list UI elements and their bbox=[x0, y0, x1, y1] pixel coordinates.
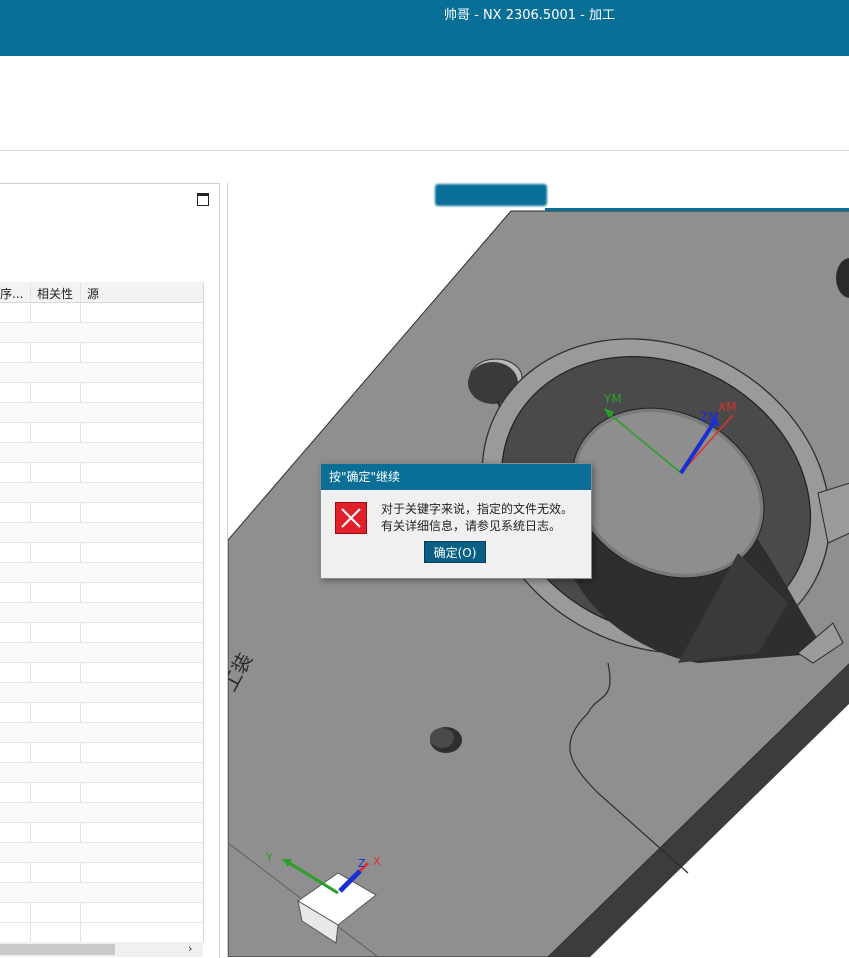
table-row[interactable] bbox=[0, 903, 203, 923]
error-dialog: 按"确定"继续 对于关键字来说，指定的文件无效。 有关详细信息，请参见系统日志。… bbox=[320, 463, 592, 579]
table-row[interactable] bbox=[0, 663, 203, 683]
table-row[interactable] bbox=[0, 583, 203, 603]
table-row[interactable] bbox=[0, 763, 203, 783]
table-row[interactable] bbox=[0, 503, 203, 523]
table-row[interactable] bbox=[0, 443, 203, 463]
dialog-title: 按"确定"继续 bbox=[321, 464, 591, 490]
dialog-message-line1: 对于关键字来说，指定的文件无效。 bbox=[381, 502, 574, 516]
navigator-table: 序... 相关性 源 bbox=[0, 282, 204, 942]
table-row[interactable] bbox=[0, 563, 203, 583]
triad-y-label: Y bbox=[265, 851, 273, 864]
scrollbar-thumb[interactable] bbox=[0, 944, 115, 955]
window-title: 帅哥 - NX 2306.5001 - 加工 bbox=[444, 8, 615, 23]
view-tab-underline bbox=[545, 208, 849, 211]
wcs-zm-label: ZM bbox=[700, 410, 719, 424]
table-row[interactable] bbox=[0, 643, 203, 663]
table-row[interactable] bbox=[0, 703, 203, 723]
column-header-order[interactable]: 序... bbox=[0, 285, 23, 302]
column-header-source[interactable]: 源 bbox=[87, 285, 99, 302]
ribbon bbox=[0, 56, 849, 151]
table-row[interactable] bbox=[0, 783, 203, 803]
table-row[interactable] bbox=[0, 843, 203, 863]
triad-z-label: Z bbox=[358, 857, 366, 870]
maximize-icon[interactable] bbox=[197, 193, 209, 206]
table-row[interactable] bbox=[0, 723, 203, 743]
table-row[interactable] bbox=[0, 343, 203, 363]
wcs-xm-label: XM bbox=[718, 400, 737, 414]
title-bar: 帅哥 - NX 2306.5001 - 加工 bbox=[0, 0, 849, 56]
table-rows bbox=[0, 303, 203, 923]
chevron-right-icon[interactable]: › bbox=[188, 942, 192, 955]
table-row[interactable] bbox=[0, 683, 203, 703]
table-row[interactable] bbox=[0, 883, 203, 903]
table-row[interactable] bbox=[0, 483, 203, 503]
table-row[interactable] bbox=[0, 743, 203, 763]
table-row[interactable] bbox=[0, 623, 203, 643]
error-icon bbox=[335, 502, 367, 534]
table-row[interactable] bbox=[0, 303, 203, 323]
table-row[interactable] bbox=[0, 363, 203, 383]
table-row[interactable] bbox=[0, 383, 203, 403]
wcs-ym-label: YM bbox=[603, 392, 622, 406]
triad-x-label: X bbox=[373, 855, 381, 868]
view-tab[interactable] bbox=[435, 184, 547, 206]
ok-button[interactable]: 确定(O) bbox=[424, 541, 486, 563]
table-row[interactable] bbox=[0, 603, 203, 623]
dialog-message-line2: 有关详细信息，请参见系统日志。 bbox=[381, 519, 562, 533]
horizontal-scrollbar[interactable]: › bbox=[0, 942, 203, 957]
table-row[interactable] bbox=[0, 823, 203, 843]
table-row[interactable] bbox=[0, 523, 203, 543]
column-header-relevance[interactable]: 相关性 bbox=[37, 285, 73, 302]
table-row[interactable] bbox=[0, 403, 203, 423]
table-row[interactable] bbox=[0, 863, 203, 883]
table-row[interactable] bbox=[0, 803, 203, 823]
table-row[interactable] bbox=[0, 423, 203, 443]
table-row[interactable] bbox=[0, 323, 203, 343]
table-row[interactable] bbox=[0, 463, 203, 483]
table-row[interactable] bbox=[0, 543, 203, 563]
toolbar-strip bbox=[0, 151, 849, 183]
